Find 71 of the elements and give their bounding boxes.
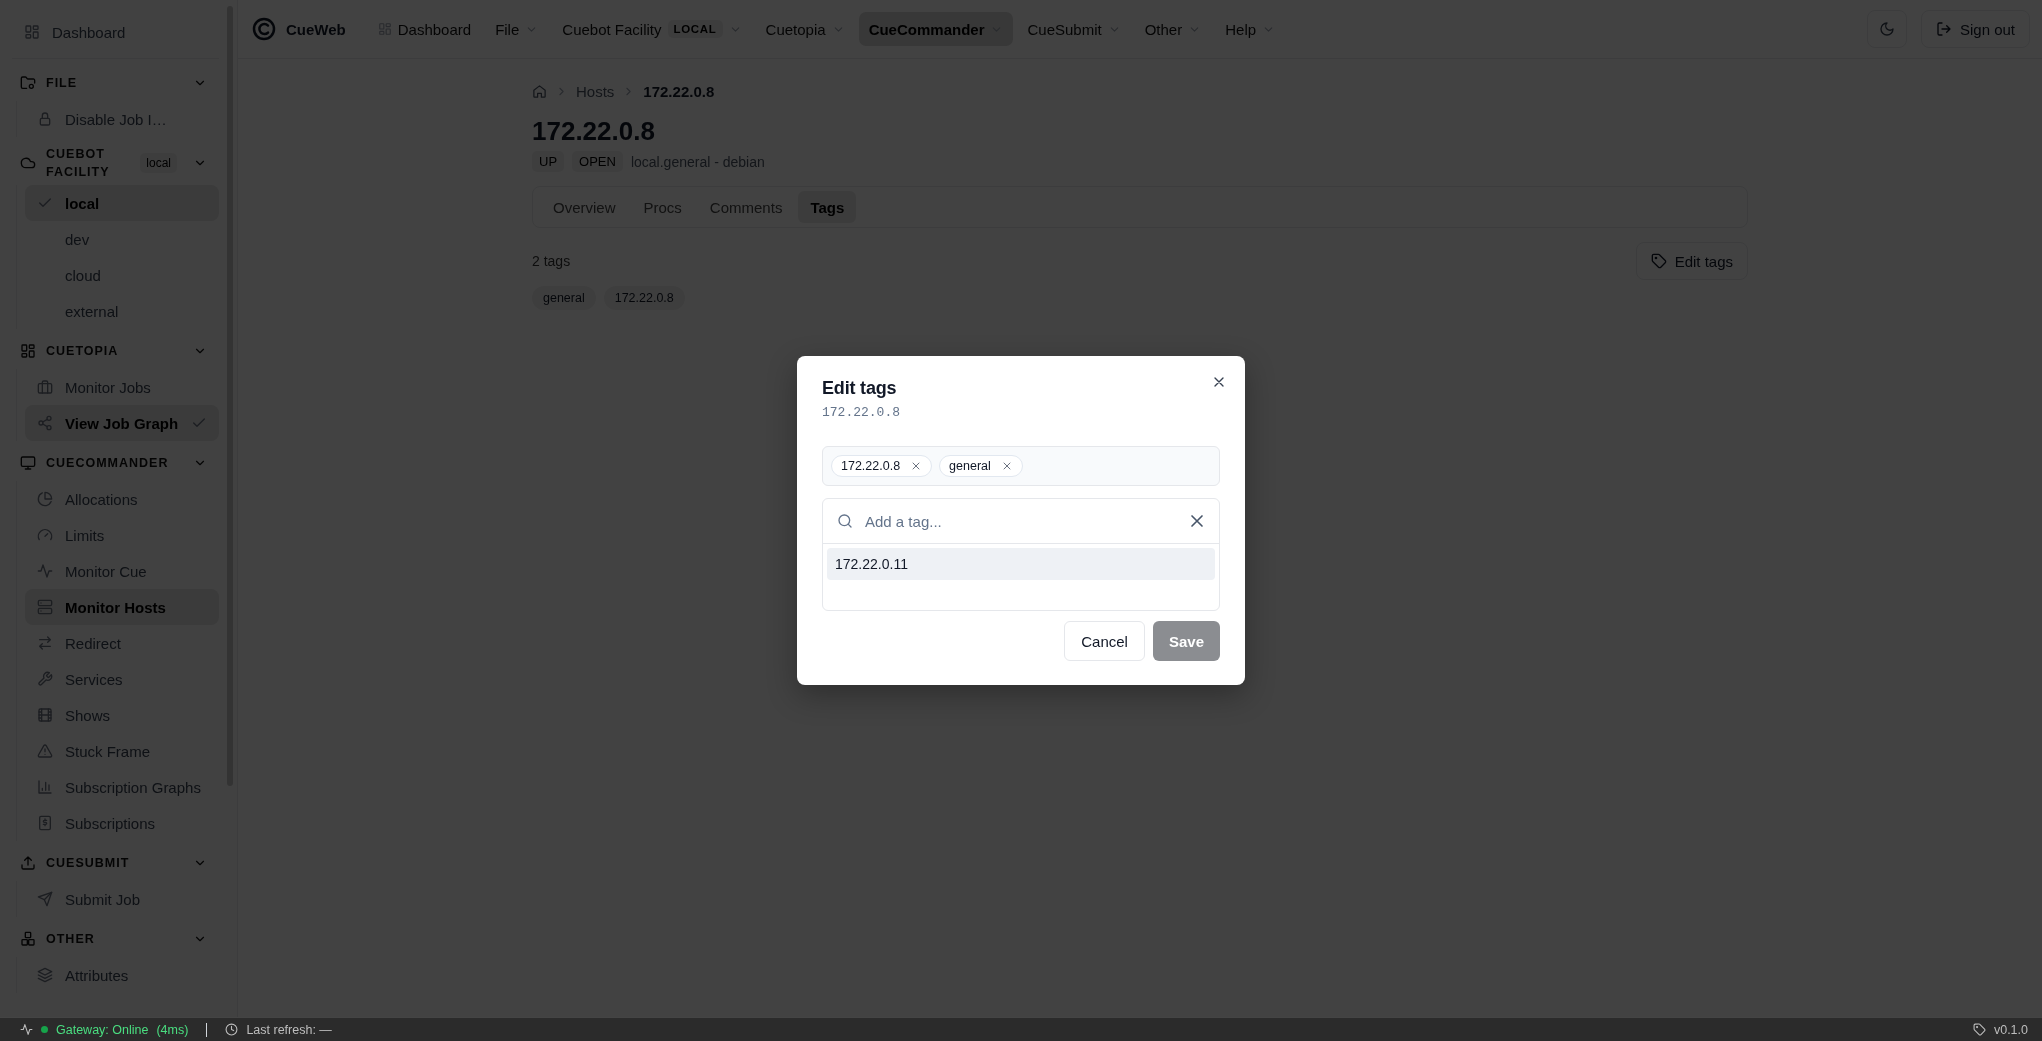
boxes-icon: [20, 931, 36, 948]
home-icon: [532, 84, 547, 99]
clock-icon: [225, 1023, 239, 1036]
tag-icon: [1650, 253, 1667, 269]
section-header[interactable]: FILE: [12, 65, 219, 101]
brand-name: CueWeb: [286, 20, 346, 38]
sign-out-icon: [1935, 21, 1952, 37]
status-badge: UP: [532, 151, 565, 172]
tag-chip: 172.22.0.8: [831, 455, 933, 477]
sign-out-button[interactable]: Sign out: [1920, 10, 2030, 48]
nav-item[interactable]: Dashboard: [367, 12, 482, 46]
version-label: v0.1.0: [1993, 1022, 2028, 1037]
sidebar-item[interactable]: Monitor Hosts: [25, 589, 219, 626]
last-refresh: Last refresh: —: [246, 1022, 332, 1037]
activity-icon: [20, 1023, 33, 1036]
tag-chip: general: [532, 286, 596, 310]
sidebar-item[interactable]: local: [25, 185, 219, 222]
tab[interactable]: Tags: [798, 191, 857, 223]
tag-chip: general: [939, 455, 1023, 477]
gateway-latency: (4ms): [156, 1022, 189, 1037]
server-icon: [37, 599, 53, 616]
facility-badge: local: [140, 153, 177, 174]
section-header[interactable]: CUECOMMANDER: [12, 445, 219, 482]
wrench-icon: [37, 671, 53, 688]
breadcrumb-current: 172.22.0.8: [643, 83, 715, 100]
page-title: 172.22.0.8: [532, 116, 656, 147]
tag-chip: 172.22.0.8: [603, 286, 685, 310]
grid-icon: [20, 343, 36, 360]
section-header[interactable]: OTHER: [12, 921, 219, 958]
arrows-icon: [37, 635, 53, 652]
share-icon: [37, 415, 53, 432]
section-header[interactable]: CUESUBMIT: [12, 845, 219, 882]
layers-icon: [37, 967, 53, 984]
folder-icon: [20, 75, 36, 91]
nav-item[interactable]: File: [485, 12, 549, 46]
status-badge: OPEN: [572, 151, 623, 172]
cancel-button[interactable]: Cancel: [1064, 621, 1145, 661]
upload-icon: [20, 855, 36, 872]
nav-item[interactable]: Help: [1215, 12, 1286, 46]
grid-icon: [24, 24, 40, 40]
nav-item[interactable]: Other: [1134, 12, 1212, 46]
moon-icon: [1878, 21, 1895, 37]
tag-suggestion[interactable]: 172.22.0.11: [827, 548, 1215, 580]
theme-toggle-button[interactable]: [1866, 10, 1907, 48]
send-icon: [37, 891, 53, 908]
nav-item[interactable]: Cuetopia: [755, 12, 855, 46]
section-header[interactable]: CUEBOT FACILITY local: [12, 141, 219, 186]
nav-item[interactable]: Cuebot Facility LOCAL: [552, 12, 752, 46]
nav-item[interactable]: CueCommander: [858, 12, 1014, 46]
pie-icon: [37, 491, 53, 508]
briefcase-icon: [37, 379, 53, 396]
section-header[interactable]: CUETOPIA: [12, 333, 219, 370]
film-icon: [37, 707, 53, 724]
tag-search-field[interactable]: Add a tag...: [863, 511, 1177, 531]
tag-icon: [1972, 1023, 1986, 1036]
warning-icon: [37, 743, 53, 760]
dollar-document-icon: [37, 815, 53, 832]
monitor-icon: [20, 455, 36, 472]
dialog-title: Edit tags: [822, 378, 898, 399]
search-icon: [837, 513, 853, 529]
grid-icon: [377, 22, 392, 36]
facility-badge: LOCAL: [667, 20, 723, 38]
sidebar-item[interactable]: View Job Graph: [25, 405, 219, 442]
lock-icon: [37, 111, 53, 127]
bar-chart-icon: [37, 779, 53, 796]
dialog-subtitle: 172.22.0.8: [822, 405, 901, 420]
logo-icon: [252, 17, 276, 41]
activity-icon: [37, 563, 53, 580]
edit-tags-button[interactable]: Edit tags: [1635, 242, 1748, 280]
gateway-status: Gateway: Online: [56, 1022, 149, 1037]
nav-item[interactable]: CueSubmit: [1017, 12, 1131, 46]
